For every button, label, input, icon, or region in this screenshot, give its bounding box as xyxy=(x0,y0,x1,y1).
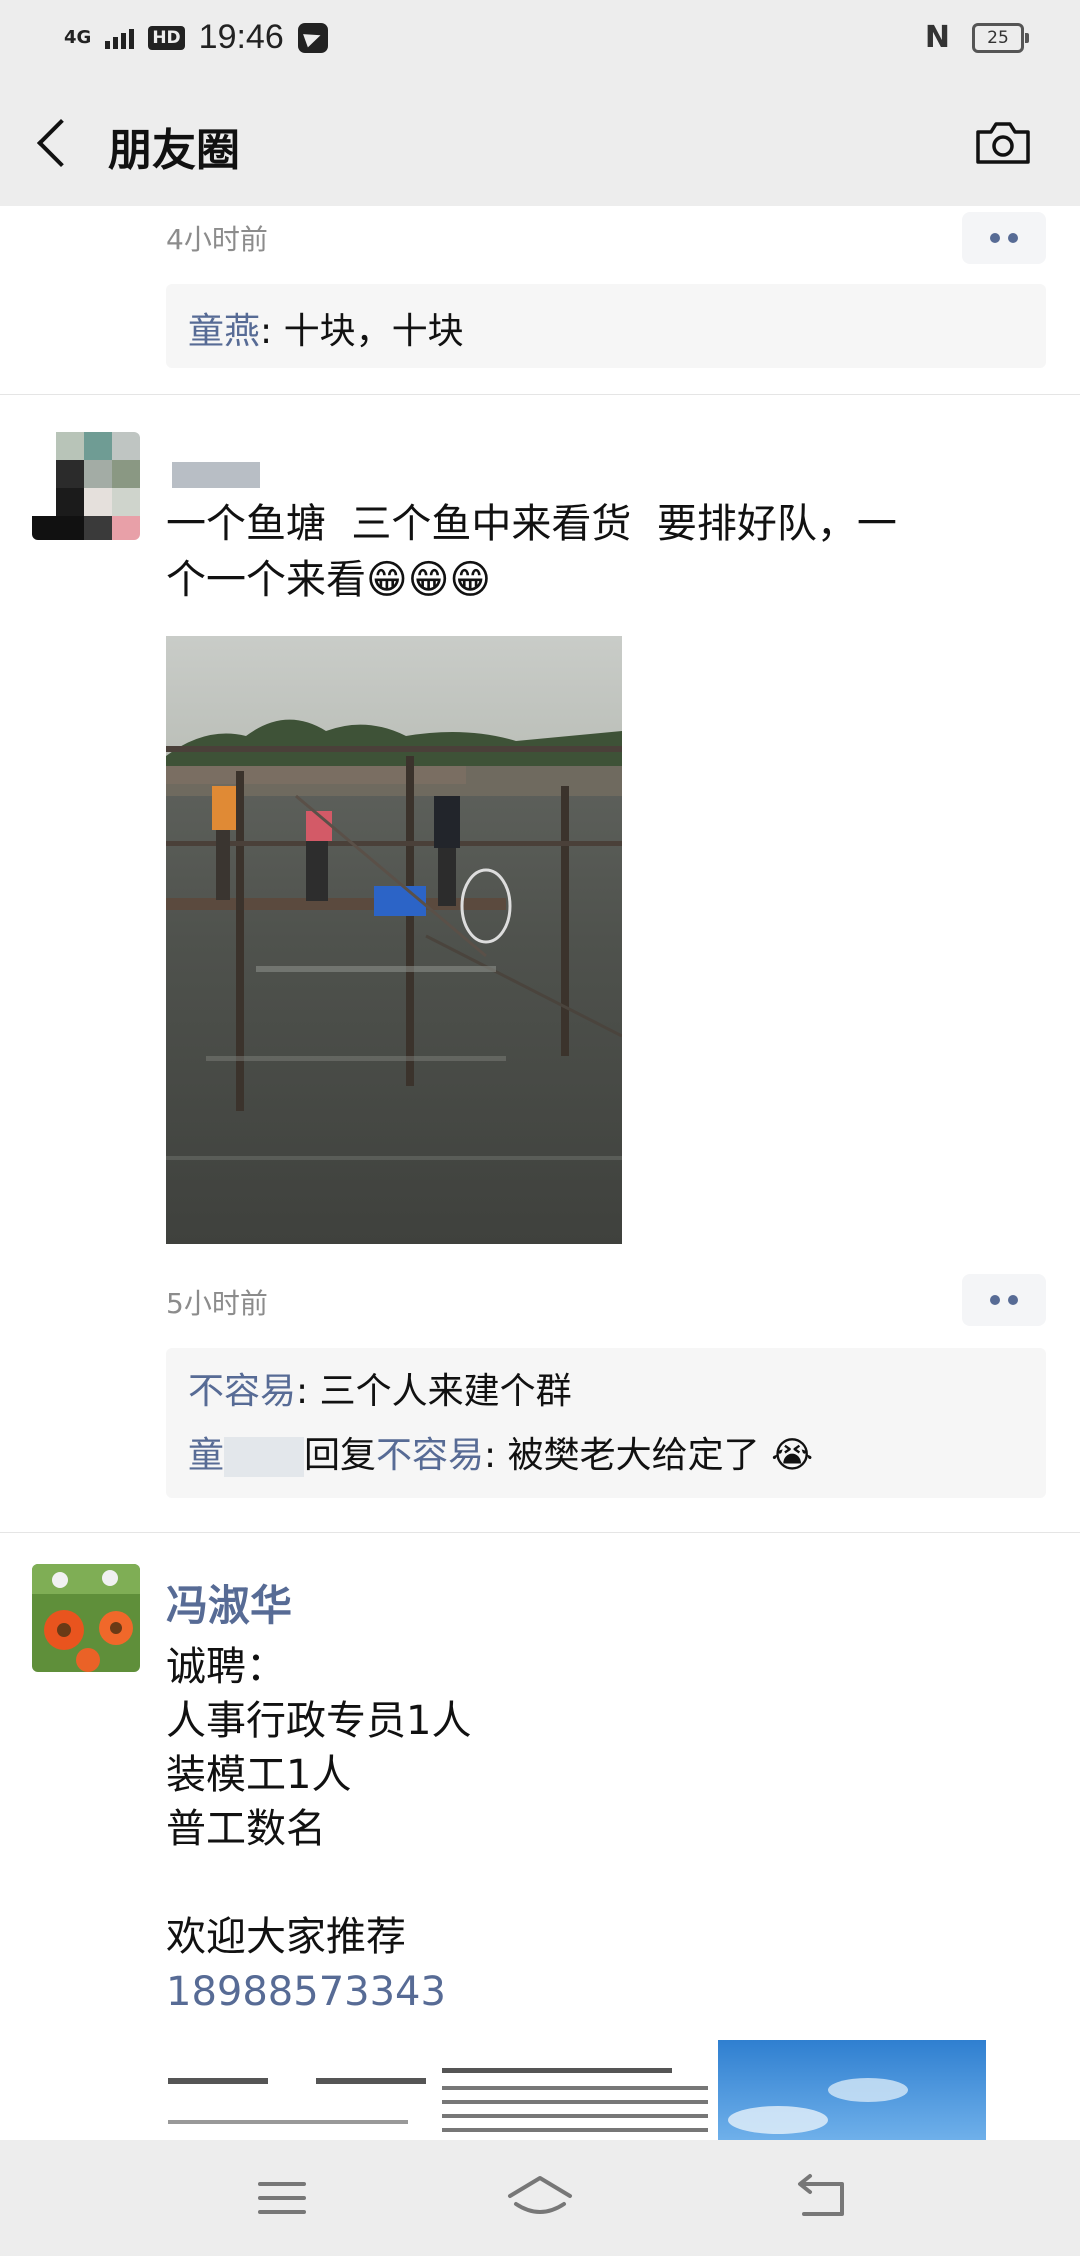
status-bar: 4G HD 19:46 N 25 xyxy=(0,0,1080,76)
battery-icon: 25 xyxy=(972,22,1029,53)
page-title: 朋友圈 xyxy=(108,125,240,176)
post-time: 5小时前 xyxy=(166,1287,268,1320)
phone-link[interactable]: 18988573343 xyxy=(166,1964,446,2020)
user-name[interactable]: 冯淑华 xyxy=(166,1572,292,1633)
nfc-icon: N xyxy=(924,20,950,55)
comment-area: 不容易: 三个人来建个群 童回复不容易: 被樊老大给定了 😭 xyxy=(166,1348,1046,1498)
menu-icon[interactable] xyxy=(242,2170,322,2226)
comment-area: 童燕: 十块，十块 xyxy=(166,284,1046,368)
commenter-name[interactable]: 童 xyxy=(188,1435,224,1476)
system-nav-bar xyxy=(0,2140,1080,2256)
post-photo[interactable] xyxy=(166,636,622,1244)
moments-feed[interactable]: 4小时前 童燕: 十块，十块 一个鱼塘 三个鱼中来看货 要排好队，一 个一个来看… xyxy=(0,206,1080,2140)
post-time: 4小时前 xyxy=(166,223,268,256)
home-icon[interactable] xyxy=(500,2170,580,2226)
clock: 19:46 xyxy=(198,18,284,56)
camera-icon[interactable] xyxy=(974,120,1032,166)
commenter-name[interactable]: 不容易 xyxy=(188,1371,296,1412)
telegram-icon xyxy=(297,22,328,53)
attached-image[interactable] xyxy=(166,2040,436,2140)
commenter-name[interactable]: 童燕 xyxy=(188,311,260,352)
attached-image[interactable] xyxy=(440,2040,712,2140)
back-arrow-icon[interactable] xyxy=(34,118,74,168)
back-icon[interactable] xyxy=(780,2170,860,2226)
avatar[interactable] xyxy=(32,432,140,540)
comment[interactable]: 童回复不容易: 被樊老大给定了 😭 xyxy=(188,1426,813,1478)
post-text: 诚聘： 人事行政专员1人 装模工1人 普工数名 欢迎大家推荐 xyxy=(166,1644,472,1960)
divider xyxy=(0,1532,1080,1533)
hd-badge: HD xyxy=(148,25,185,50)
reply-target-name[interactable]: 不容易 xyxy=(376,1435,484,1476)
post-text: 一个鱼塘 三个鱼中来看货 要排好队，一 个一个来看😁😁😁 xyxy=(166,501,897,603)
more-actions-button[interactable] xyxy=(962,212,1046,264)
blurred-text xyxy=(224,1437,305,1477)
divider xyxy=(0,394,1080,395)
avatar[interactable] xyxy=(32,1564,140,1672)
blurred-user-name[interactable] xyxy=(172,462,260,488)
attached-image[interactable] xyxy=(718,2040,986,2140)
nav-header: 朋友圈 xyxy=(0,76,1080,206)
more-actions-button[interactable] xyxy=(962,1274,1046,1326)
signal-icon xyxy=(105,27,135,49)
network-type: 4G xyxy=(64,26,92,48)
comment[interactable]: 不容易: 三个人来建个群 xyxy=(188,1362,572,1414)
comment[interactable]: 童燕: 十块，十块 xyxy=(188,302,464,354)
